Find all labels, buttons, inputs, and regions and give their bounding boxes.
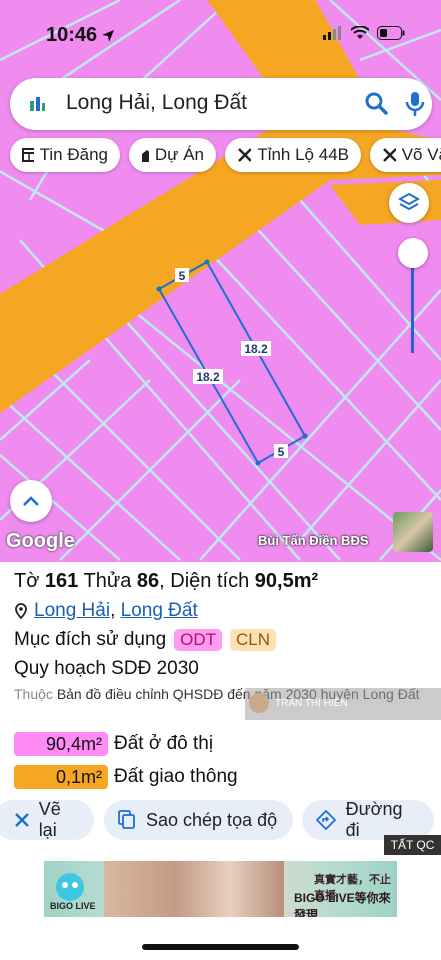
building-icon	[142, 150, 149, 162]
land-use-name: Đất ở đô thị	[114, 733, 214, 754]
map-view[interactable]: 5 18.2 18.2 5 10:46 Long Hải, Long Đất T…	[0, 0, 441, 562]
ad-banner[interactable]: BIGO LIVE 真實才藝，不止直播 BIGO LIVE等你來發現	[44, 861, 397, 917]
expand-up-button[interactable]	[10, 480, 52, 522]
location-link-long-hai[interactable]: Long Hải	[34, 600, 110, 622]
status-bar: 10:46	[0, 16, 441, 56]
purpose-tag-odt: ODT	[174, 629, 223, 651]
microphone-icon[interactable]	[404, 90, 426, 118]
zoom-slider-handle[interactable]	[398, 238, 428, 268]
cellular-signal-icon	[323, 26, 341, 40]
land-use-area-swatch: 0,1m²	[14, 765, 108, 789]
dim-top-label: 5	[179, 269, 186, 283]
purpose-tag-cln: CLN	[230, 629, 277, 651]
clock: 10:46	[46, 24, 98, 46]
layers-button[interactable]	[389, 183, 429, 223]
chevron-up-icon	[23, 496, 39, 506]
dim-left-label: 18.2	[196, 370, 220, 384]
home-indicator	[142, 944, 299, 950]
google-logo: Google	[6, 530, 75, 552]
user-watermark: TRẦN THỊ HIỀN	[245, 688, 441, 720]
search-bar[interactable]: Long Hải, Long Đất	[10, 78, 432, 130]
wifi-icon	[351, 26, 369, 39]
ad-image	[104, 861, 284, 917]
location-link-long-dat[interactable]: Long Đất	[121, 600, 198, 622]
layers-icon	[398, 192, 420, 211]
location-pin-icon	[15, 603, 27, 619]
road-icon	[383, 148, 396, 162]
plan-title: Quy hoạch SDĐ 2030	[14, 658, 199, 679]
directions-button[interactable]: Đường đi	[302, 799, 434, 840]
author-name: Bùi Tấn Điền BĐS	[258, 533, 369, 548]
listing-icon	[22, 148, 34, 162]
directions-icon	[316, 810, 336, 830]
battery-icon	[377, 26, 405, 40]
search-icon[interactable]	[364, 91, 390, 117]
chip-vo-van[interactable]: Võ Vă	[370, 138, 441, 172]
copy-icon	[118, 810, 135, 829]
close-ad-button[interactable]: TẤT QC	[384, 835, 441, 855]
location-arrow-icon	[102, 30, 114, 42]
dim-right-label: 18.2	[244, 342, 268, 356]
redraw-icon	[15, 813, 29, 827]
chip-tin-dang[interactable]: Tin Đăng	[10, 138, 120, 172]
chip-du-an[interactable]: Dự Án	[129, 138, 216, 172]
land-use-row: 0,1m² Đất giao thông	[14, 765, 238, 789]
zoom-slider-track[interactable]	[411, 265, 414, 353]
search-input[interactable]: Long Hải, Long Đất	[66, 91, 247, 115]
land-use-name: Đất giao thông	[114, 766, 238, 787]
land-purpose: Mục đích sử dụng ODT CLN	[14, 629, 277, 651]
copy-coordinates-button[interactable]: Sao chép tọa độ	[104, 800, 293, 840]
redraw-button[interactable]: Vẽ lại	[0, 799, 94, 840]
dim-bottom-label: 5	[278, 445, 285, 459]
chip-tinh-lo-44b[interactable]: Tỉnh Lộ 44B	[225, 138, 361, 172]
app-logo-icon	[30, 97, 45, 111]
land-use-area-swatch: 90,4m²	[14, 732, 108, 756]
land-use-row: 90,4m² Đất ở đô thị	[14, 732, 213, 756]
parcel-location: Long Hải, Long Đất	[14, 600, 198, 622]
author-avatar[interactable]	[393, 512, 433, 552]
road-icon	[238, 148, 252, 162]
parcel-title: Tờ 161 Thửa 86, Diện tích 90,5m²	[14, 570, 319, 592]
